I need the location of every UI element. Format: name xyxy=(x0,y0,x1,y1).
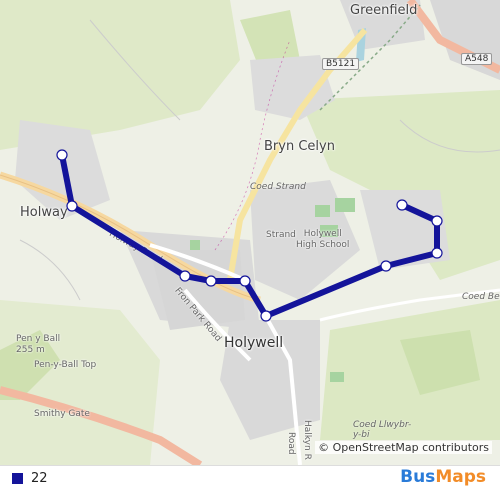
busmaps-logo[interactable]: BusMaps xyxy=(400,467,486,487)
bus-stop-marker[interactable] xyxy=(431,247,443,259)
bus-stop-marker[interactable] xyxy=(179,270,191,282)
brand-part-bus: Bus xyxy=(400,467,436,487)
bus-stop-marker[interactable] xyxy=(260,310,272,322)
bus-stop-marker[interactable] xyxy=(205,275,217,287)
map-attribution[interactable]: © OpenStreetMap contributors xyxy=(315,441,492,454)
bus-stop-marker[interactable] xyxy=(431,215,443,227)
brand-part-maps: Maps xyxy=(435,467,486,487)
map-area[interactable]: Greenfield Bryn Celyn Holway Holywell St… xyxy=(0,0,500,465)
bus-stop-marker[interactable] xyxy=(56,149,68,161)
bus-stop-marker[interactable] xyxy=(396,199,408,211)
bus-stop-marker[interactable] xyxy=(239,275,251,287)
route-color-swatch xyxy=(12,473,23,484)
bus-stop-marker[interactable] xyxy=(66,200,78,212)
route-number-label: 22 xyxy=(31,471,48,486)
bus-stop-marker[interactable] xyxy=(380,260,392,272)
route-22-line[interactable] xyxy=(59,152,440,319)
bus-route-overlay xyxy=(56,149,443,322)
